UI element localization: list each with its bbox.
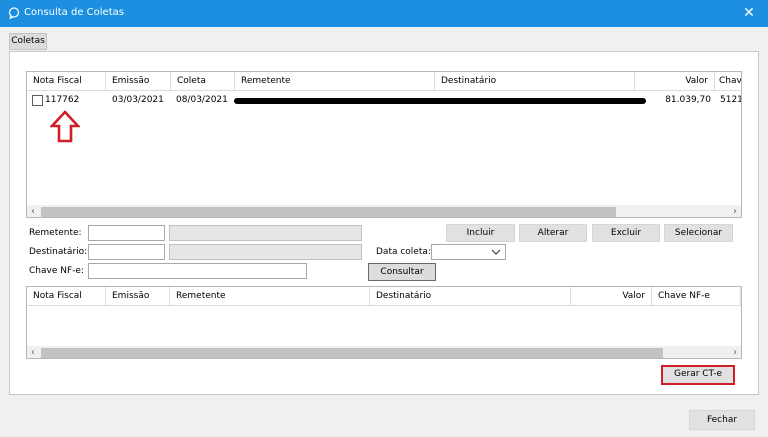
fechar-button[interactable]: Fechar <box>689 410 755 430</box>
coletas-grid[interactable]: Nota Fiscal Emissão Coleta Remetente Des… <box>26 71 742 218</box>
destinatario-code-input[interactable] <box>88 244 165 260</box>
excluir-button[interactable]: Excluir <box>592 224 660 242</box>
selected-notes-grid[interactable]: Nota Fiscal Emissão Remetente Destinatár… <box>26 286 742 359</box>
selecionar-button[interactable]: Selecionar <box>664 224 733 242</box>
col-header-chave[interactable]: Chave <box>715 72 741 91</box>
chave-nfe-label: Chave NF-e: <box>29 266 84 276</box>
remetente-label: Remetente: <box>29 228 82 238</box>
redacted-remetente-destinatario <box>234 98 646 104</box>
data-coleta-label: Data coleta: <box>376 247 431 257</box>
col-header-chave-nfe[interactable]: Chave NF-e <box>652 287 741 306</box>
alterar-button[interactable]: Alterar <box>519 224 587 242</box>
col-header-valor[interactable]: Valor <box>635 72 715 91</box>
window-title: Consulta de Coletas <box>24 7 124 18</box>
scroll-right-icon[interactable]: › <box>729 346 741 358</box>
tab-coletas[interactable]: Coletas <box>9 33 47 50</box>
horizontal-scrollbar[interactable]: ‹ › <box>27 346 741 358</box>
destinatario-label: Destinatário: <box>29 247 88 257</box>
col-header-coleta[interactable]: Coleta <box>171 72 235 91</box>
cell-valor: 81.039,70 <box>665 95 711 105</box>
horizontal-scrollbar[interactable]: ‹ › <box>27 205 741 217</box>
cell-emissao: 03/03/2021 <box>112 95 164 105</box>
col-header-destinatario[interactable]: Destinatário <box>370 287 571 306</box>
chave-nfe-input[interactable] <box>88 263 307 279</box>
cell-chave: 5121 <box>720 95 742 105</box>
col-header-emissao[interactable]: Emissão <box>106 72 171 91</box>
chevron-down-icon <box>491 249 501 255</box>
cell-nota-fiscal: 117762 <box>45 95 80 105</box>
title-bar: Consulta de Coletas ✕ <box>0 0 768 27</box>
chat-bubble-icon <box>8 7 20 19</box>
incluir-button[interactable]: Incluir <box>446 224 515 242</box>
red-up-arrow-icon <box>50 110 80 143</box>
remetente-name-input <box>169 225 362 241</box>
scroll-thumb[interactable] <box>41 348 663 358</box>
col-header-remetente[interactable]: Remetente <box>170 287 370 306</box>
col-header-nota-fiscal[interactable]: Nota Fiscal <box>27 287 106 306</box>
consultar-button[interactable]: Consultar <box>368 263 436 281</box>
col-header-valor[interactable]: Valor <box>571 287 652 306</box>
close-icon[interactable]: ✕ <box>739 4 759 22</box>
cell-coleta: 08/03/2021 <box>176 95 228 105</box>
gerar-cte-button[interactable]: Gerar CT-e <box>661 365 735 385</box>
col-header-remetente[interactable]: Remetente <box>235 72 435 91</box>
col-header-emissao[interactable]: Emissão <box>106 287 170 306</box>
data-coleta-select[interactable] <box>431 244 506 260</box>
scroll-right-icon[interactable]: › <box>729 205 741 217</box>
scroll-left-icon[interactable]: ‹ <box>27 205 39 217</box>
row-checkbox[interactable] <box>32 95 43 106</box>
scroll-thumb[interactable] <box>41 207 616 217</box>
col-header-nota-fiscal[interactable]: Nota Fiscal <box>27 72 106 91</box>
scroll-left-icon[interactable]: ‹ <box>27 346 39 358</box>
remetente-code-input[interactable] <box>88 225 165 241</box>
col-header-destinatario[interactable]: Destinatário <box>435 72 635 91</box>
destinatario-name-input <box>169 244 362 260</box>
